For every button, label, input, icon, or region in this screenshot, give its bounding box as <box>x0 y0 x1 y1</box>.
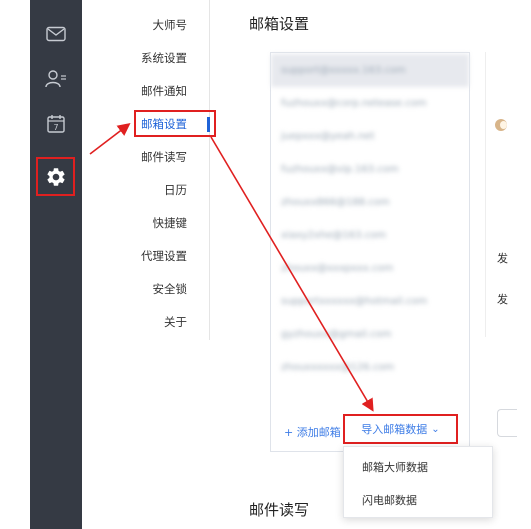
account-item[interactable]: zhouxx@xxxpxxx.com <box>271 252 469 285</box>
icon-sidebar: 7 <box>30 0 82 529</box>
account-item[interactable]: xiaxy2xhe@163.com <box>271 219 469 252</box>
account-item[interactable]: gyzhouxx@gmail.com <box>271 318 469 351</box>
add-mailbox-button[interactable]: + 添加邮箱 <box>284 424 341 440</box>
import-option-flashmail[interactable]: 闪电邮数据 <box>362 492 417 508</box>
page-title: 邮箱设置 <box>249 15 310 33</box>
account-item[interactable]: zhouxx866@188.com <box>271 186 469 219</box>
account-item[interactable]: fuzhouxx@vip.163.com <box>271 153 469 186</box>
menu-item-mail-read-write[interactable]: 邮件读写 <box>141 149 187 165</box>
calendar-day: 7 <box>53 123 58 132</box>
section-title-mail-read-write: 邮件读写 <box>249 501 310 519</box>
settings-menu: 大师号 系统设置 邮件通知 邮箱设置 邮件读写 日历 快捷键 代理设置 安全锁 … <box>100 0 210 340</box>
right-edge-label: 发 <box>497 252 508 265</box>
mail-icon[interactable] <box>44 22 68 46</box>
content-divider <box>485 52 486 337</box>
menu-item-mail-notification[interactable]: 邮件通知 <box>141 83 187 99</box>
account-item[interactable]: supportxxxxxx@hotmail.com <box>271 285 469 318</box>
settings-icon <box>46 167 65 186</box>
account-item[interactable]: support@xxxxx.163.com <box>271 54 469 87</box>
menu-item-shortcuts[interactable]: 快捷键 <box>153 215 188 231</box>
settings-button[interactable] <box>36 157 75 196</box>
calendar-icon[interactable]: 7 <box>44 112 68 136</box>
import-dropdown-menu: 邮箱大师数据 闪电邮数据 <box>343 446 493 518</box>
import-label: 导入邮箱数据 <box>361 423 428 436</box>
menu-item-system-settings[interactable]: 系统设置 <box>141 50 187 66</box>
menu-item-calendar[interactable]: 日历 <box>164 182 187 198</box>
menu-item-master-account[interactable]: 大师号 <box>153 17 188 33</box>
import-option-mailmaster[interactable]: 邮箱大师数据 <box>362 459 428 475</box>
account-item[interactable]: fuzhouxx@corp.netease.com <box>271 87 469 120</box>
account-list: support@xxxxx.163.com fuzhouxx@corp.nete… <box>270 52 470 452</box>
import-mailbox-data-button[interactable]: 导入邮箱数据 ⌄ <box>343 414 458 444</box>
menu-item-proxy-settings[interactable]: 代理设置 <box>141 248 187 264</box>
right-edge-label: 发 <box>497 293 508 306</box>
right-edge-control[interactable] <box>497 409 517 437</box>
menu-item-security-lock[interactable]: 安全锁 <box>153 281 188 297</box>
contacts-icon[interactable] <box>44 67 68 91</box>
chevron-down-icon: ⌄ <box>431 423 440 435</box>
menu-highlight-box <box>134 110 216 137</box>
account-item[interactable]: juepxxx@yeah.net <box>271 120 469 153</box>
account-item[interactable]: zhouxxxxxx@126.com <box>271 351 469 384</box>
menu-item-about[interactable]: 关于 <box>164 314 187 330</box>
avatar <box>495 119 507 131</box>
